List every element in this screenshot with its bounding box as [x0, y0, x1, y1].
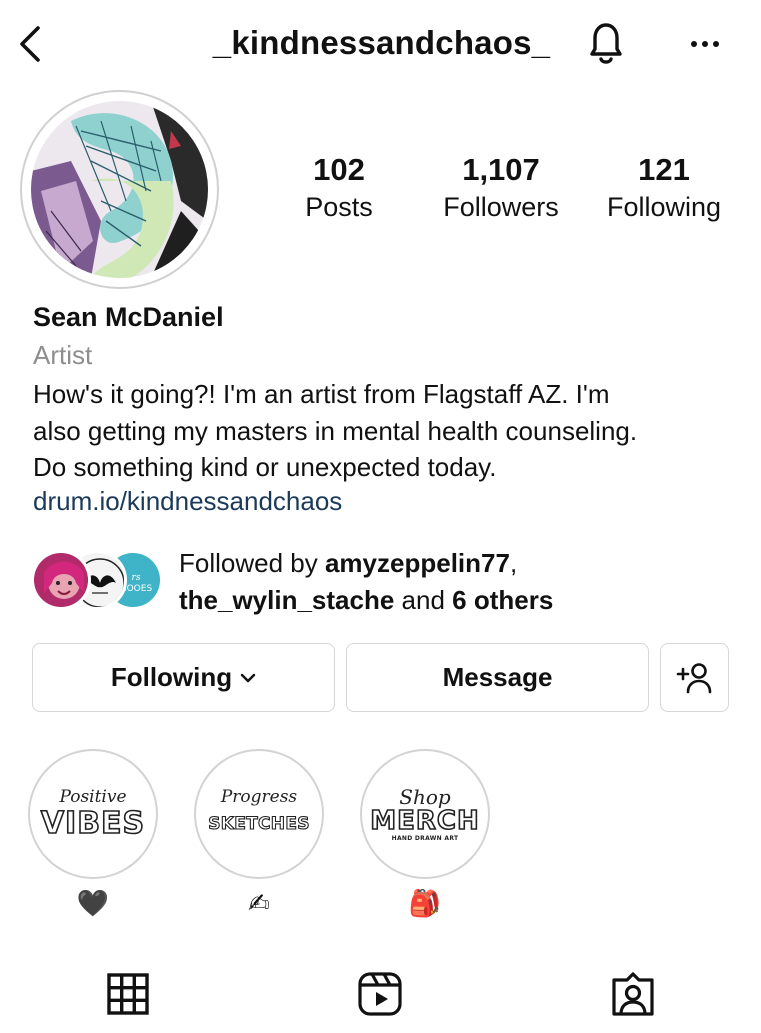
posts-count[interactable]: 102 Posts — [289, 150, 389, 224]
bio-line: also getting my masters in mental health… — [33, 415, 638, 446]
followed-by-and: and — [394, 585, 453, 615]
followers-count[interactable]: 1,107 Followers — [430, 150, 572, 224]
followers-label: Followers — [443, 192, 559, 222]
following-count[interactable]: 121 Following — [597, 150, 731, 224]
mutual-follower-2[interactable]: the_wylin_stache — [179, 585, 394, 615]
highlight-progress-sketches[interactable]: Progress SKETCHES ✍ — [194, 749, 324, 921]
mutual-followers-avatars[interactable]: rs HOOES — [31, 550, 163, 610]
highlight-cover: Shop MERCH HAND DRAWN ART — [360, 749, 490, 879]
following-value: 121 — [638, 152, 690, 187]
followed-by-prefix: Followed by — [179, 548, 325, 578]
profile-category: Artist — [33, 340, 93, 370]
profile-link[interactable]: drum.io/kindnessandchaos — [33, 486, 342, 517]
tagged-icon[interactable] — [608, 968, 658, 1018]
person-add-icon — [676, 662, 711, 693]
top-bar: _kindnessandchaos_ — [0, 0, 761, 90]
grid-icon[interactable] — [104, 968, 154, 1018]
more-horizontal-icon[interactable] — [684, 30, 726, 58]
highlight-title: VIBES — [40, 806, 146, 842]
avatar — [31, 550, 91, 610]
bio-line: Do something kind or unexpected today. — [33, 452, 497, 482]
highlight-label: 🖤 — [76, 889, 110, 919]
highlight-subtitle: HAND DRAWN ART — [391, 834, 459, 842]
highlight-title: MERCH — [369, 805, 480, 836]
profile-username: _kindnessandchaos_ — [212, 24, 551, 61]
highlight-label: ✍ — [248, 889, 270, 919]
reels-icon[interactable] — [356, 968, 406, 1018]
chevron-down-icon — [240, 673, 256, 682]
followers-value: 1,107 — [462, 152, 540, 187]
highlight-script-text: Shop — [399, 784, 451, 809]
message-button[interactable]: Message — [346, 643, 649, 712]
message-button-label: Message — [442, 662, 553, 692]
highlight-cover: Progress SKETCHES — [194, 749, 324, 879]
highlight-title: SKETCHES — [208, 813, 310, 834]
highlight-cover: Positive VIBES — [28, 749, 158, 879]
followed-by-comma: , — [509, 548, 518, 578]
highlight-label: 🎒 — [408, 889, 442, 919]
followed-by-text[interactable]: Followed by amyzeppelin77, the_wylin_sta… — [179, 545, 553, 619]
posts-label: Posts — [305, 192, 373, 222]
following-button[interactable]: Following — [32, 643, 335, 712]
posts-value: 102 — [313, 152, 365, 187]
highlight-shop-merch[interactable]: Shop MERCH HAND DRAWN ART 🎒 — [360, 749, 490, 921]
profile-name: Sean McDaniel — [33, 302, 224, 332]
following-button-label: Following — [110, 662, 233, 692]
highlight-script-text: Positive — [59, 787, 127, 807]
following-label: Following — [606, 192, 722, 222]
highlight-script-text: Progress — [220, 787, 298, 807]
mutual-followers-others[interactable]: 6 others — [452, 585, 553, 615]
avatar[interactable] — [31, 101, 208, 278]
bell-icon[interactable] — [582, 18, 630, 70]
bio-line: How's it going?! I'm an artist from Flag… — [33, 379, 610, 409]
mutual-follower-1[interactable]: amyzeppelin77 — [325, 548, 510, 578]
highlight-positive-vibes[interactable]: Positive VIBES 🖤 — [28, 749, 158, 921]
add-user-button[interactable] — [660, 643, 729, 712]
avatar-text-1: rs — [132, 573, 141, 583]
profile-bio: How's it going?! I'm an artist from Flag… — [33, 376, 733, 486]
